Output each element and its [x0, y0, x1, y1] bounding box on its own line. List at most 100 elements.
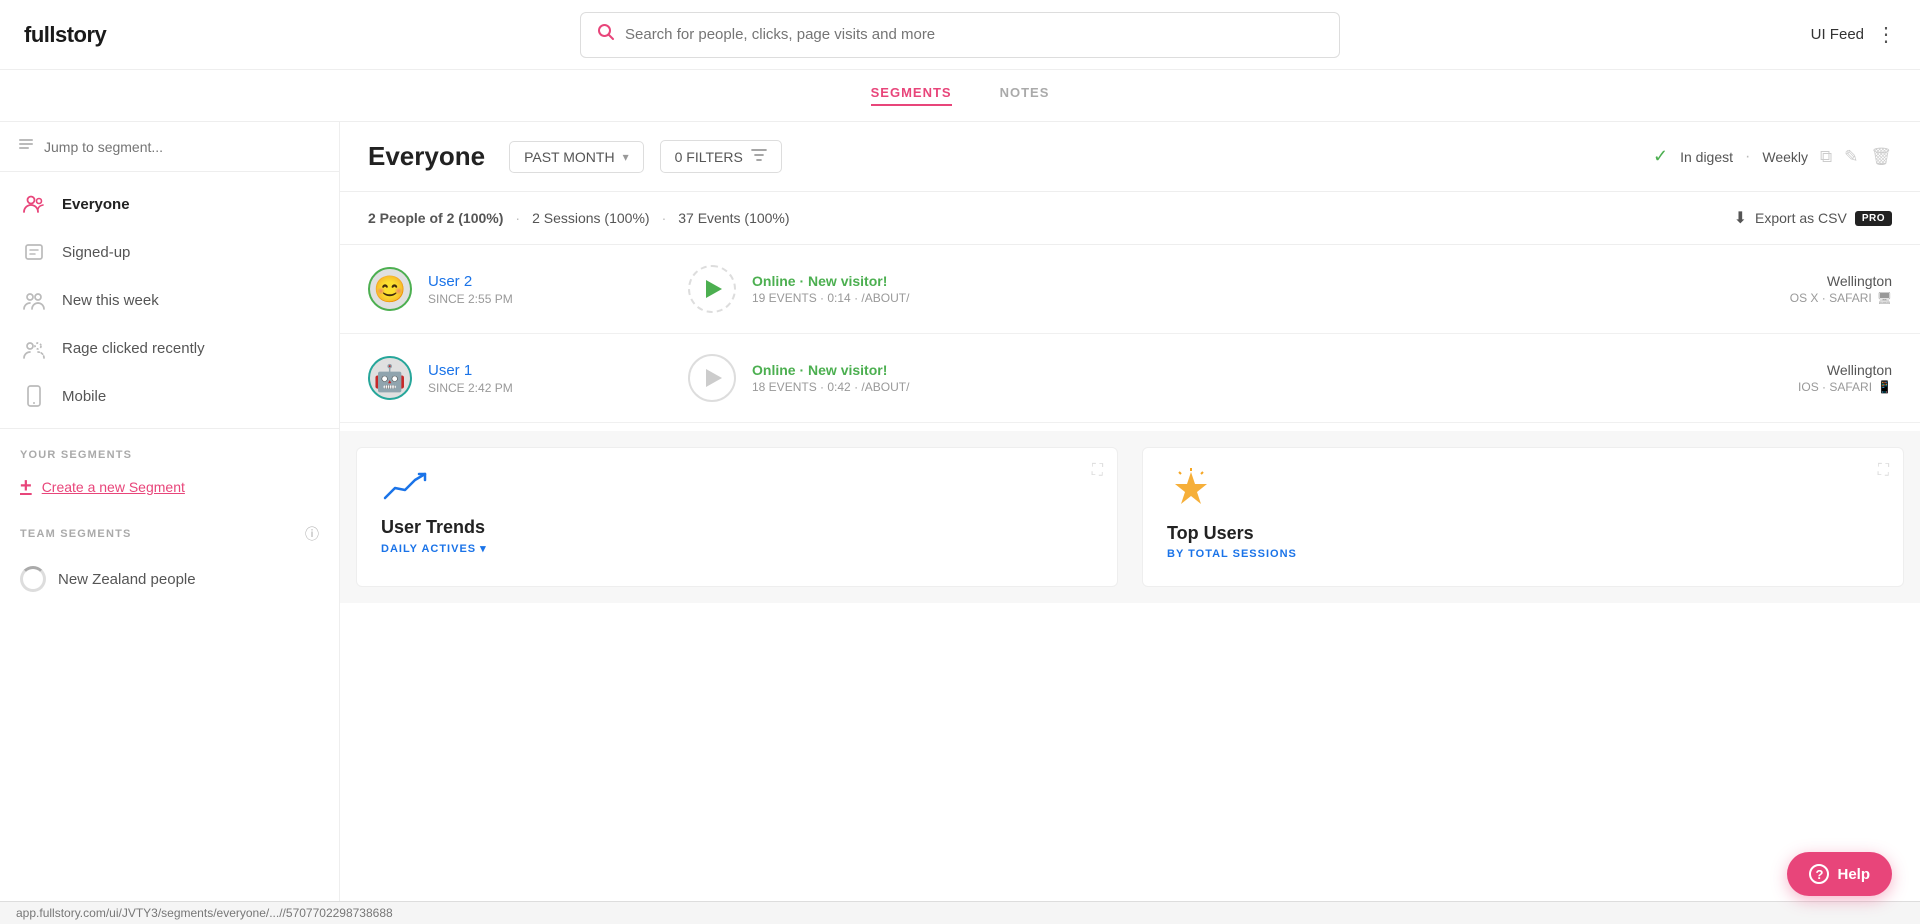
chart-title: User Trends — [381, 517, 1093, 538]
sessions-stat: 2 Sessions (100%) — [532, 210, 650, 226]
rage-clicked-icon — [20, 334, 48, 362]
tab-notes[interactable]: NOTES — [1000, 85, 1050, 106]
location-os: IOS · SAFARI 📱 — [1798, 380, 1892, 394]
top-users-icon — [1167, 468, 1879, 519]
expand-icon[interactable]: ⛶ — [1878, 462, 1889, 480]
session-status: Online · New visitor! — [752, 273, 909, 289]
user-location: Wellington IOS · SAFARI 📱 — [1798, 362, 1892, 394]
digest-area: ✓ In digest · Weekly ⧉ ✎ 🗑 — [1653, 146, 1892, 167]
sidebar-item-new-this-week[interactable]: New this week — [0, 276, 339, 324]
help-button[interactable]: ? Help — [1787, 852, 1892, 896]
sidebar-item-rage-clicked-label: Rage clicked recently — [62, 340, 205, 357]
stat-dot-1: · — [515, 210, 520, 226]
users-container: 😊 User 2 SINCE 2:55 PM Online · New visi… — [340, 245, 1920, 423]
more-options-icon[interactable]: ⋮ — [1876, 22, 1896, 47]
edit-icon[interactable]: ✎ — [1844, 147, 1858, 167]
user-since: SINCE 2:42 PM — [428, 381, 628, 395]
stats-row: 2 People of 2 (100%) · 2 Sessions (100%)… — [340, 192, 1920, 245]
help-label: Help — [1837, 866, 1870, 883]
copy-icon[interactable]: ⧉ — [1820, 147, 1832, 167]
sidebar-item-new-this-week-label: New this week — [62, 292, 159, 309]
sidebar-item-rage-clicked[interactable]: Rage clicked recently — [0, 324, 339, 372]
expand-icon[interactable]: ⛶ — [1092, 462, 1103, 480]
time-filter-chevron-icon: ▾ — [623, 150, 629, 164]
signed-up-icon — [20, 238, 48, 266]
create-segment-button[interactable]: + Create a new Segment — [20, 475, 319, 498]
your-segments-section: YOUR SEGMENTS + Create a new Segment — [0, 429, 339, 508]
user-name[interactable]: User 1 — [428, 362, 628, 379]
logo: fullstory — [24, 22, 184, 48]
play-button[interactable] — [688, 265, 736, 313]
user-location: Wellington OS X · SAFARI 🖥 — [1790, 273, 1892, 305]
download-icon: ⬇ — [1734, 208, 1747, 228]
new-this-week-icon — [20, 286, 48, 314]
time-filter-label: PAST MONTH — [524, 149, 615, 165]
play-button[interactable] — [688, 354, 736, 402]
location-city: Wellington — [1798, 362, 1892, 378]
team-segments-info-icon[interactable]: ⓘ — [305, 524, 319, 544]
sidebar: Everyone Signed-up — [0, 122, 340, 924]
your-segments-label: YOUR SEGMENTS — [20, 449, 319, 461]
user-info: User 2 SINCE 2:55 PM — [428, 273, 628, 306]
chart-user-trends: ⛶ User Trends DAILY ACTIVES ▾ — [356, 447, 1118, 587]
team-segment-new-zealand[interactable]: New Zealand people — [20, 556, 319, 602]
desktop-icon: 🖥 — [1877, 291, 1892, 305]
sidebar-search-area[interactable] — [0, 122, 339, 172]
team-segments-section: TEAM SEGMENTS ⓘ New Zealand people — [0, 508, 339, 612]
filters-button[interactable]: 0 FILTERS — [660, 140, 782, 173]
stat-dot-2: · — [662, 210, 667, 226]
status-bar: app.fullstory.com/ui/JVTY3/segments/ever… — [0, 901, 1920, 924]
export-area: ⬇ Export as CSV PRO — [1734, 208, 1892, 228]
create-segment-plus-icon: + — [20, 475, 32, 498]
chart-subtitle-chevron-icon[interactable]: ▾ — [480, 542, 487, 555]
user-trends-icon — [381, 468, 1093, 513]
mobile-icon — [20, 382, 48, 410]
team-segment-spinner — [20, 566, 46, 592]
header-right: UI Feed ⋮ — [1736, 22, 1896, 47]
digest-check-icon: ✓ — [1653, 146, 1668, 167]
segment-title: Everyone — [368, 141, 485, 172]
tab-segments[interactable]: SEGMENTS — [871, 85, 952, 106]
digest-actions: ⧉ ✎ 🗑 — [1820, 147, 1892, 167]
sidebar-search-icon — [18, 136, 34, 157]
sidebar-item-everyone[interactable]: Everyone — [0, 180, 339, 228]
export-csv-button[interactable]: Export as CSV — [1755, 210, 1847, 226]
chart-top-users: ⛶ Top Users BY TOTAL SESSIONS — [1142, 447, 1904, 587]
jump-to-segment-input[interactable] — [44, 139, 321, 155]
user-name[interactable]: User 2 — [428, 273, 628, 290]
sidebar-item-mobile-label: Mobile — [62, 388, 106, 405]
main-content: Everyone PAST MONTH ▾ 0 FILTERS ✓ In dig… — [340, 122, 1920, 924]
session-status: Online · New visitor! — [752, 362, 909, 378]
avatar: 🤖 — [368, 356, 412, 400]
sidebar-nav: Everyone Signed-up — [0, 172, 339, 429]
user-session: Online · New visitor! 19 EVENTS · 0:14 ·… — [628, 265, 1790, 313]
everyone-icon — [20, 190, 48, 218]
filter-settings-icon — [751, 148, 767, 165]
segment-header: Everyone PAST MONTH ▾ 0 FILTERS ✓ In dig… — [340, 122, 1920, 192]
session-meta: 19 EVENTS · 0:14 · /ABOUT/ — [752, 291, 909, 305]
chart-title: Top Users — [1167, 523, 1879, 544]
session-info: Online · New visitor! 18 EVENTS · 0:42 ·… — [752, 362, 909, 394]
status-bar-url: app.fullstory.com/ui/JVTY3/segments/ever… — [16, 906, 393, 920]
search-input[interactable] — [625, 26, 1323, 43]
search-bar[interactable] — [580, 12, 1340, 58]
team-segments-label: TEAM SEGMENTS — [20, 528, 132, 540]
sidebar-item-mobile[interactable]: Mobile — [0, 372, 339, 420]
filter-count-label: 0 FILTERS — [675, 149, 743, 165]
team-segments-header: TEAM SEGMENTS ⓘ — [20, 524, 319, 544]
create-segment-label: Create a new Segment — [42, 479, 185, 495]
avatar: 😊 — [368, 267, 412, 311]
user-since: SINCE 2:55 PM — [428, 292, 628, 306]
time-filter-button[interactable]: PAST MONTH ▾ — [509, 141, 644, 173]
mobile-device-icon: 📱 — [1877, 380, 1892, 394]
charts-row: ⛶ User Trends DAILY ACTIVES ▾ ⛶ — [340, 431, 1920, 603]
digest-frequency: Weekly — [1762, 149, 1808, 165]
location-city: Wellington — [1790, 273, 1892, 289]
chart-subtitle: DAILY ACTIVES ▾ — [381, 542, 1093, 555]
events-stat: 37 Events (100%) — [678, 210, 789, 226]
sidebar-item-signed-up[interactable]: Signed-up — [0, 228, 339, 276]
delete-icon[interactable]: 🗑 — [1870, 147, 1892, 167]
play-triangle-icon — [706, 280, 722, 298]
digest-dot: · — [1745, 148, 1750, 166]
table-row: 😊 User 2 SINCE 2:55 PM Online · New visi… — [340, 245, 1920, 334]
